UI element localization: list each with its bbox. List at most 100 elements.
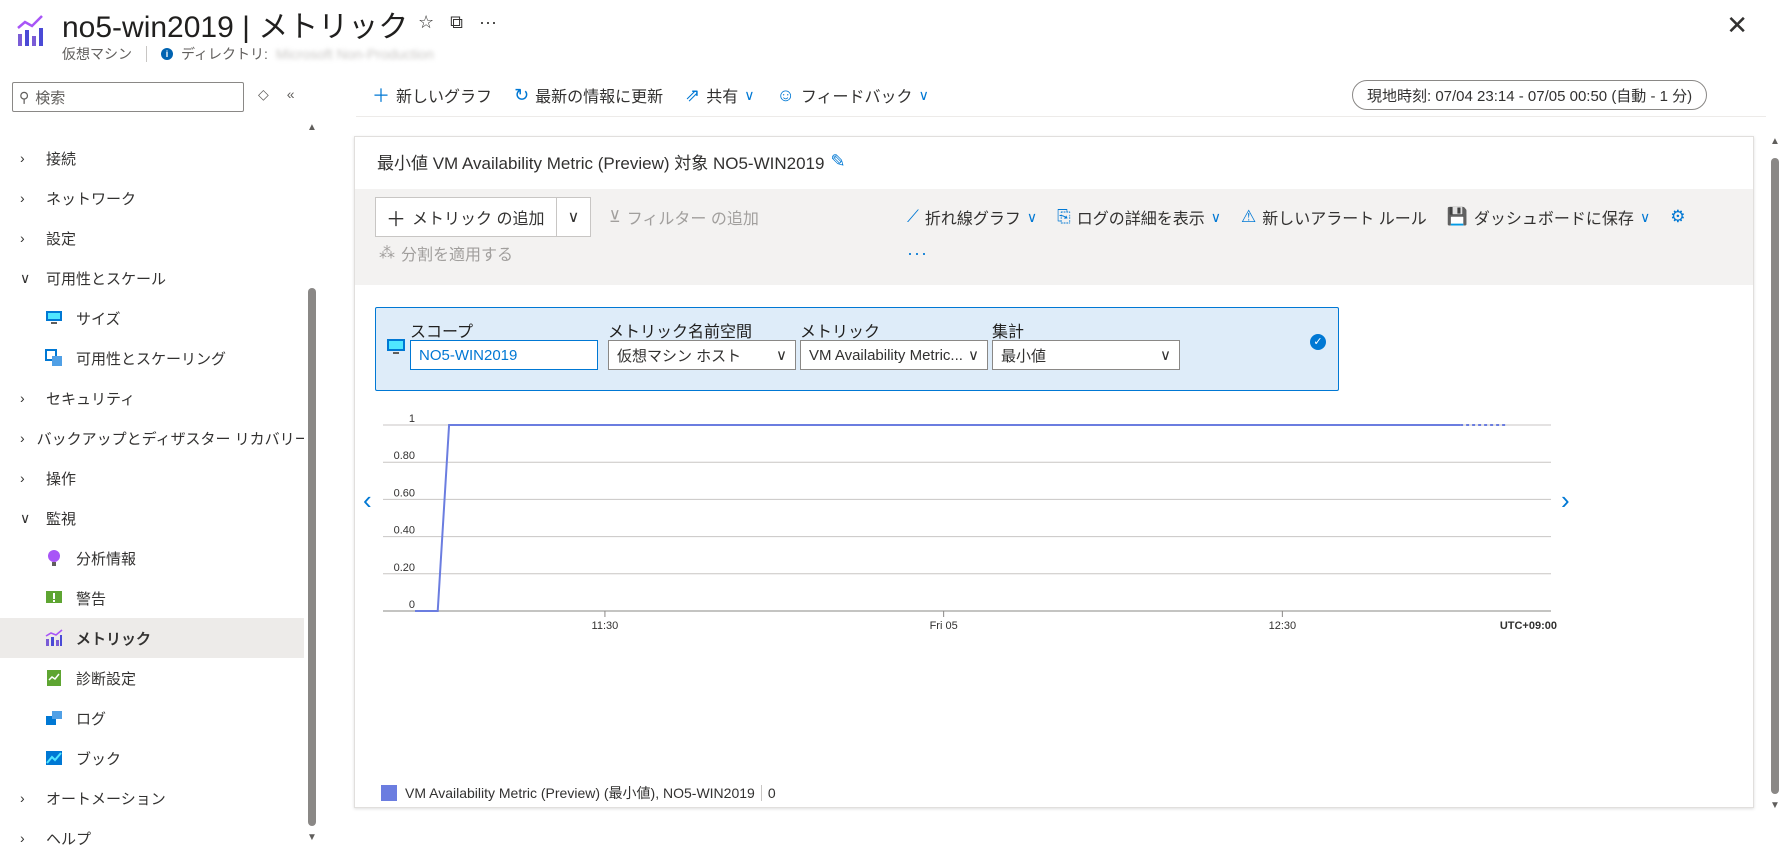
smiley-icon: ☺ xyxy=(776,84,795,105)
diagnostic-icon xyxy=(44,668,64,688)
chevron-right-icon: › xyxy=(20,190,25,206)
vm-monitor-icon xyxy=(387,339,405,354)
directory-label: ディレクトリ: xyxy=(181,46,268,62)
new-alert-button[interactable]: ⚠ 新しいアラート ルール xyxy=(1241,205,1427,229)
edit-pencil-icon[interactable]: ✎ xyxy=(830,151,845,172)
directory-value: Microsoft Non-Production xyxy=(275,46,434,62)
legend-swatch xyxy=(381,785,397,801)
sidebar-item-6[interactable]: › セキュリティ xyxy=(0,378,304,418)
sidebar-item-13[interactable]: 診断設定 xyxy=(0,658,304,698)
page-title: no5-win2019 | メトリック xyxy=(62,11,409,44)
refresh-icon: ↻ xyxy=(514,84,530,105)
scope-input[interactable]: NO5-WIN2019 xyxy=(410,340,598,370)
sidebar-item-0[interactable]: › 接続 xyxy=(0,138,304,178)
namespace-field: メトリック名前空間 仮想マシン ホスト ∨ xyxy=(608,318,796,370)
sidebar-item-label: ヘルプ xyxy=(46,830,92,846)
sidebar-item-17[interactable]: › ヘルプ xyxy=(0,818,304,846)
timezone-label: UTC+09:00 xyxy=(1500,620,1557,632)
more-icon[interactable]: ··· xyxy=(479,12,497,33)
metric-dropdown[interactable]: VM Availability Metric... ∨ xyxy=(800,340,988,370)
sidebar-item-8[interactable]: › 操作 xyxy=(0,458,304,498)
chevron-down-icon: ∨ xyxy=(744,86,755,103)
chevron-right-icon: › xyxy=(20,230,25,246)
share-button[interactable]: ⇗ 共有 ∨ xyxy=(685,83,754,107)
namespace-dropdown[interactable]: 仮想マシン ホスト ∨ xyxy=(608,340,796,370)
refresh-button[interactable]: ↻ 最新の情報に更新 xyxy=(514,83,663,107)
close-icon[interactable]: ✕ xyxy=(1726,10,1748,41)
resource-menu: ⚲ 検索 ◇ « › 接続 › ネットワーク › 設定 ∨ 可用性とスケール サイズ 可用性とスケ… xyxy=(0,78,304,846)
metric-value: VM Availability Metric... xyxy=(809,346,963,364)
line-chart-icon: ⟋ xyxy=(907,207,919,226)
search-placeholder: 検索 xyxy=(35,89,66,107)
scroll-down-icon[interactable]: ▼ xyxy=(307,832,317,843)
chart-next-icon[interactable]: › xyxy=(1561,485,1570,515)
chevron-down-icon: ∨ xyxy=(20,269,31,286)
page-scrollbar[interactable]: ▲ ▼ xyxy=(1770,136,1780,816)
copy-icon[interactable]: ⧉ xyxy=(450,12,463,33)
chevron-down-icon: ∨ xyxy=(918,86,929,103)
scroll-up-icon[interactable]: ▲ xyxy=(307,122,317,133)
chart-title[interactable]: 最小値 VM Availability Metric (Preview) 対象 … xyxy=(377,149,846,174)
sidebar-item-label: セキュリティ xyxy=(46,390,136,408)
legend-value: 0 xyxy=(767,785,776,801)
plus-icon: ＋ xyxy=(372,86,390,106)
star-icon[interactable]: ☆ xyxy=(418,12,434,33)
add-filter-button[interactable]: ⊻ フィルター の追加 xyxy=(609,205,759,229)
sidebar-item-16[interactable]: › オートメーション xyxy=(0,778,304,818)
aggregation-field: 集計 最小値 ∨ xyxy=(992,318,1180,370)
plus-icon: ＋ xyxy=(386,208,406,231)
aggregation-dropdown[interactable]: 最小値 ∨ xyxy=(992,340,1180,370)
series-line[interactable] xyxy=(415,424,1461,612)
apply-split-button[interactable]: ⁂ 分割を適用する xyxy=(379,241,513,265)
search-icon: ⚲ xyxy=(19,88,30,105)
chevron-right-icon: › xyxy=(20,470,25,486)
save-dashboard-label: ダッシュボードに保存 xyxy=(1473,211,1634,228)
sidebar-scrollbar[interactable]: ▲ ▼ xyxy=(307,122,317,846)
sidebar-item-label: 警告 xyxy=(76,590,107,608)
chevron-right-icon: › xyxy=(20,830,25,846)
chevron-down-icon[interactable]: ∨ xyxy=(556,198,590,236)
y-tick-label: 0.80 xyxy=(394,450,415,462)
line-chart: ‹ › 0 0.20 0.40 0.60 0.80 1 11:30 Fri 05 12:30 UTC+… xyxy=(363,413,1570,632)
log-icon: ⎘ xyxy=(1057,207,1071,226)
sidebar-item-10[interactable]: 分析情報 xyxy=(0,538,304,578)
settings-button[interactable]: ⚙ xyxy=(1670,207,1685,227)
line-chart-button[interactable]: ⟋ 折れ線グラフ ∨ xyxy=(907,205,1037,229)
sidebar-item-3[interactable]: ∨ 可用性とスケール xyxy=(0,258,304,298)
chevron-down-icon: ∨ xyxy=(20,509,31,526)
sidebar-item-15[interactable]: ブック xyxy=(0,738,304,778)
search-input[interactable]: ⚲ 検索 xyxy=(12,82,244,112)
sidebar-item-2[interactable]: › 設定 xyxy=(0,218,304,258)
sidebar-item-12[interactable]: メトリック xyxy=(0,618,304,658)
sidebar-item-7[interactable]: › バックアップとディザスター リカバリー xyxy=(0,418,304,458)
namespace-value: 仮想マシン ホスト xyxy=(617,347,742,365)
scrollbar-thumb[interactable] xyxy=(308,288,316,826)
sidebar-item-4[interactable]: サイズ xyxy=(0,298,304,338)
add-filter-label: フィルター の追加 xyxy=(626,211,759,228)
feedback-button[interactable]: ☺ フィードバック ∨ xyxy=(776,83,928,107)
collapse-menu-icon[interactable]: « xyxy=(287,86,295,103)
checkmark-icon[interactable]: ✓ xyxy=(1310,334,1326,350)
save-dashboard-button[interactable]: 💾 ダッシュボードに保存 ∨ xyxy=(1447,205,1650,229)
sidebar-item-label: 監視 xyxy=(46,510,77,528)
sidebar-item-9[interactable]: ∨ 監視 xyxy=(0,498,304,538)
chevron-down-icon: ∨ xyxy=(1026,208,1038,225)
chart-legend[interactable]: VM Availability Metric (Preview) (最小値), … xyxy=(381,783,776,803)
log-details-button[interactable]: ⎘ ログの詳細を表示 ∨ xyxy=(1057,205,1221,229)
scroll-down-icon[interactable]: ▼ xyxy=(1770,800,1780,811)
workbook-icon xyxy=(44,748,64,768)
new-chart-button[interactable]: ＋ 新しいグラフ xyxy=(372,82,492,108)
sidebar-item-label: 可用性とスケール xyxy=(46,270,167,288)
more-icon[interactable]: ··· xyxy=(907,243,928,264)
sidebar-item-11[interactable]: 警告 xyxy=(0,578,304,618)
metrics-app-icon xyxy=(17,15,43,46)
sidebar-item-14[interactable]: ログ xyxy=(0,698,304,738)
expand-collapse-icon[interactable]: ◇ xyxy=(258,86,269,103)
add-metric-button[interactable]: ＋ メトリック の追加 ∨ xyxy=(375,197,591,237)
time-range-picker[interactable]: 現地時刻: 07/04 23:14 - 07/05 00:50 (自動 - 1 … xyxy=(1352,80,1708,110)
sidebar-item-1[interactable]: › ネットワーク xyxy=(0,178,304,218)
scrollbar-thumb[interactable] xyxy=(1771,158,1779,794)
chart-prev-icon[interactable]: ‹ xyxy=(363,485,372,515)
scroll-up-icon[interactable]: ▲ xyxy=(1770,136,1780,147)
sidebar-item-5[interactable]: 可用性とスケーリング xyxy=(0,338,304,378)
